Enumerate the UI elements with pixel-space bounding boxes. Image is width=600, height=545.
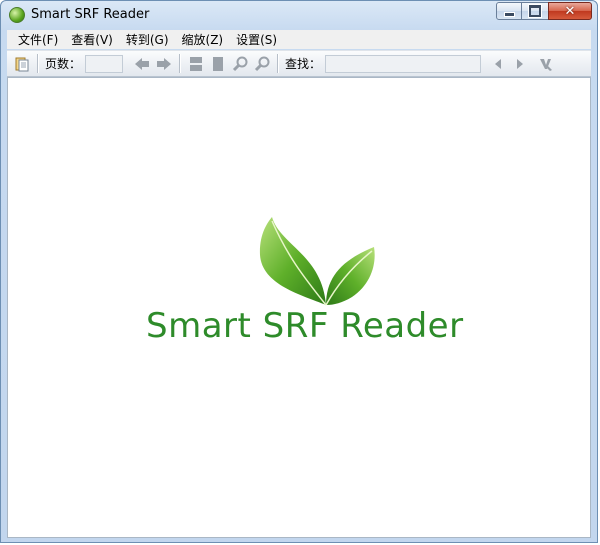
maximize-button[interactable] <box>522 2 548 20</box>
find-previous-icon[interactable] <box>489 55 507 73</box>
page-label: 页数： <box>45 57 82 71</box>
single-page-icon[interactable] <box>209 55 227 73</box>
zoom-out-icon[interactable] <box>253 55 271 73</box>
toolbar: 页数： 查找： <box>7 50 591 77</box>
minimize-button[interactable] <box>496 2 522 20</box>
menu-view[interactable]: 查看(V) <box>66 31 118 48</box>
previous-page-icon[interactable] <box>133 55 151 73</box>
leaf-logo-icon <box>259 217 375 306</box>
menu-settings[interactable]: 设置(S) <box>231 31 282 48</box>
continuous-view-icon[interactable] <box>187 55 205 73</box>
zoom-in-icon[interactable] <box>231 55 249 73</box>
menu-file[interactable]: 文件(F) <box>13 31 63 48</box>
menu-goto[interactable]: 转到(G) <box>121 31 174 48</box>
window-controls: ✕ <box>496 2 592 20</box>
find-options-icon[interactable] <box>537 55 555 73</box>
title-bar[interactable]: Smart SRF Reader ✕ <box>1 1 597 29</box>
close-icon: ✕ <box>564 3 576 19</box>
window-title: Smart SRF Reader <box>31 7 150 22</box>
find-label: 查找： <box>285 57 322 71</box>
next-page-icon[interactable] <box>155 55 173 73</box>
toolbar-separator <box>179 54 182 73</box>
splash-logo-text: Smart SRF Reader <box>146 306 464 346</box>
maximize-icon <box>528 4 542 18</box>
app-window: Smart SRF Reader ✕ 文件(F) 查看(V) 转到(G) 缩放(… <box>0 0 598 543</box>
close-button[interactable]: ✕ <box>548 2 592 20</box>
toolbar-separator <box>37 54 39 73</box>
search-input[interactable] <box>325 54 482 73</box>
page-number-input[interactable] <box>85 54 124 73</box>
app-logo-icon <box>9 7 25 23</box>
menu-bar: 文件(F) 查看(V) 转到(G) 缩放(Z) 设置(S) <box>7 30 591 49</box>
minimize-icon <box>503 11 515 17</box>
find-next-icon[interactable] <box>511 55 529 73</box>
menu-zoom[interactable]: 缩放(Z) <box>177 31 229 48</box>
toolbar-separator <box>277 54 280 73</box>
document-area[interactable]: Smart SRF Reader <box>7 77 591 538</box>
open-file-icon[interactable] <box>13 55 31 73</box>
